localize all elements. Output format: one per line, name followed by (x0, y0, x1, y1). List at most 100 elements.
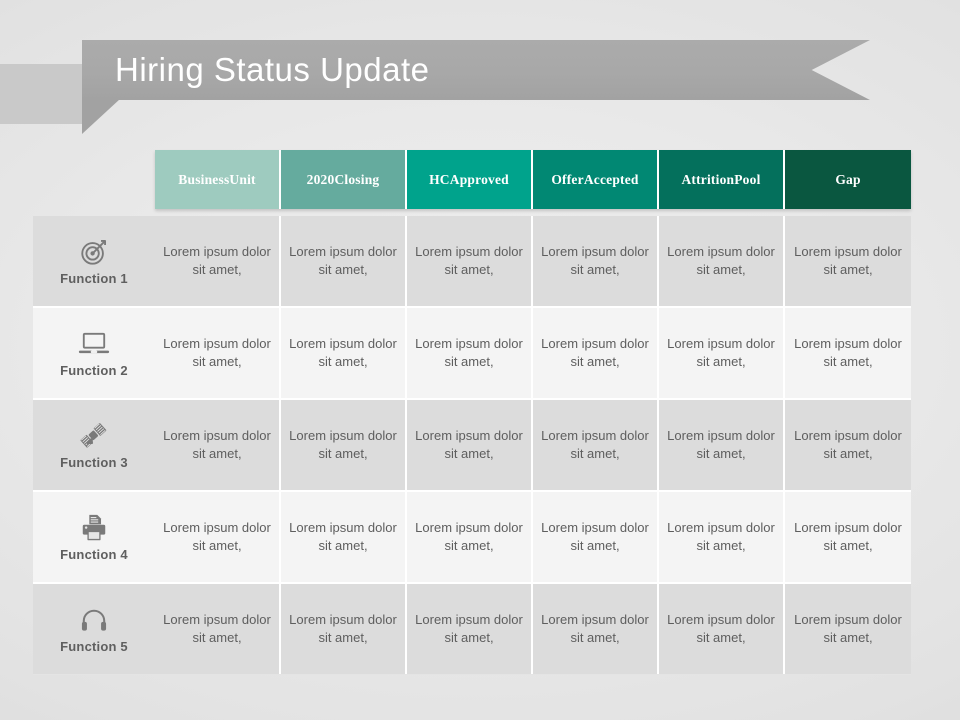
table-cell-text: Lorem ipsum dolor sit amet, (794, 428, 902, 461)
table-cell[interactable]: Lorem ipsum dolor sit amet, (155, 308, 281, 398)
table-cell[interactable]: Lorem ipsum dolor sit amet, (281, 492, 407, 582)
headphones-icon (77, 605, 111, 635)
row-header: Function 3 (33, 400, 155, 490)
table-cell[interactable]: Lorem ipsum dolor sit amet, (155, 400, 281, 490)
table-cell-text: Lorem ipsum dolor sit amet, (667, 244, 775, 277)
row-header: Function 4 (33, 492, 155, 582)
row-label: Function 5 (60, 638, 128, 654)
table-cell[interactable]: Lorem ipsum dolor sit amet, (533, 308, 659, 398)
column-header-line2: Closing (334, 171, 380, 187)
table-cell-text: Lorem ipsum dolor sit amet, (289, 244, 397, 277)
ribbon-fold (82, 99, 120, 134)
table-cell-text: Lorem ipsum dolor sit amet, (415, 244, 523, 277)
table-cell-text: Lorem ipsum dolor sit amet, (163, 520, 271, 553)
laptop-icon (77, 329, 111, 359)
table-cell-text: Lorem ipsum dolor sit amet, (667, 336, 775, 369)
column-header-line2: Approved (449, 171, 509, 187)
table-cell-text: Lorem ipsum dolor sit amet, (163, 336, 271, 369)
column-header[interactable]: Offer Accepted (533, 150, 659, 209)
table-cell[interactable]: Lorem ipsum dolor sit amet, (533, 400, 659, 490)
table-cell[interactable]: Lorem ipsum dolor sit amet, (659, 308, 785, 398)
table-cell[interactable]: Lorem ipsum dolor sit amet, (281, 216, 407, 306)
table-cell-text: Lorem ipsum dolor sit amet, (289, 336, 397, 369)
table-cell[interactable]: Lorem ipsum dolor sit amet, (785, 584, 911, 674)
table-cell[interactable]: Lorem ipsum dolor sit amet, (785, 492, 911, 582)
table-cell-text: Lorem ipsum dolor sit amet, (541, 428, 649, 461)
table-cell-text: Lorem ipsum dolor sit amet, (667, 520, 775, 553)
table-cell[interactable]: Lorem ipsum dolor sit amet, (155, 216, 281, 306)
table-body: Function 1 Lorem ipsum dolor sit amet, Lor… (33, 216, 911, 675)
column-header-line1: Gap (835, 171, 861, 187)
table-cell[interactable]: Lorem ipsum dolor sit amet, (785, 216, 911, 306)
table-cell-text: Lorem ipsum dolor sit amet, (794, 612, 902, 645)
table-cell-text: Lorem ipsum dolor sit amet, (163, 612, 271, 645)
column-header[interactable]: 2020 Closing (281, 150, 407, 209)
table-cell[interactable]: Lorem ipsum dolor sit amet, (407, 216, 533, 306)
table-cell[interactable]: Lorem ipsum dolor sit amet, (785, 400, 911, 490)
table-cell[interactable]: Lorem ipsum dolor sit amet, (281, 308, 407, 398)
satellite-icon (77, 421, 111, 451)
row-header: Function 1 (33, 216, 155, 306)
row-cells: Lorem ipsum dolor sit amet, Lorem ipsum d… (155, 492, 911, 582)
table-cell[interactable]: Lorem ipsum dolor sit amet, (659, 584, 785, 674)
table-cell[interactable]: Lorem ipsum dolor sit amet, (659, 492, 785, 582)
table-cell[interactable]: Lorem ipsum dolor sit amet, (785, 308, 911, 398)
table-cell-text: Lorem ipsum dolor sit amet, (794, 336, 902, 369)
table-cell[interactable]: Lorem ipsum dolor sit amet, (407, 400, 533, 490)
column-header-line2: Unit (229, 171, 256, 187)
table-cell[interactable]: Lorem ipsum dolor sit amet, (155, 492, 281, 582)
printer-icon (77, 513, 111, 543)
row-header: Function 2 (33, 308, 155, 398)
page-title: Hiring Status Update (115, 51, 430, 88)
row-cells: Lorem ipsum dolor sit amet, Lorem ipsum d… (155, 308, 911, 398)
column-header[interactable]: Attrition Pool (659, 150, 785, 209)
column-header-line2: Pool (734, 171, 761, 187)
table-row[interactable]: Function 3 Lorem ipsum dolor sit amet, Lor… (33, 398, 911, 490)
column-header-line1: HC (429, 171, 450, 187)
table-cell-text: Lorem ipsum dolor sit amet, (794, 244, 902, 277)
table-cell-text: Lorem ipsum dolor sit amet, (415, 520, 523, 553)
table-cell-text: Lorem ipsum dolor sit amet, (163, 244, 271, 277)
column-header-line1: 2020 (306, 171, 335, 187)
column-header[interactable]: HC Approved (407, 150, 533, 209)
table-cell-text: Lorem ipsum dolor sit amet, (289, 520, 397, 553)
table-cell[interactable]: Lorem ipsum dolor sit amet, (407, 492, 533, 582)
table-cell[interactable]: Lorem ipsum dolor sit amet, (659, 400, 785, 490)
table-cell[interactable]: Lorem ipsum dolor sit amet, (407, 308, 533, 398)
column-header-line1: Offer (551, 171, 584, 187)
table-header-row: Business Unit 2020 Closing HC Approved Offer Ac… (155, 150, 911, 209)
table-cell[interactable]: Lorem ipsum dolor sit amet, (533, 584, 659, 674)
table-cell-text: Lorem ipsum dolor sit amet, (541, 244, 649, 277)
table-cell[interactable]: Lorem ipsum dolor sit amet, (281, 584, 407, 674)
ribbon-left-tab (0, 64, 84, 124)
table-row[interactable]: Function 1 Lorem ipsum dolor sit amet, Lor… (33, 216, 911, 306)
table-cell-text: Lorem ipsum dolor sit amet, (289, 612, 397, 645)
table-row[interactable]: Function 5 Lorem ipsum dolor sit amet, Lor… (33, 582, 911, 674)
table-cell-text: Lorem ipsum dolor sit amet, (667, 428, 775, 461)
table-cell-text: Lorem ipsum dolor sit amet, (415, 612, 523, 645)
column-header-line1: Business (178, 171, 230, 187)
column-header[interactable]: Business Unit (155, 150, 281, 209)
slide-canvas: Hiring Status Update Business Unit 2020 Clo… (0, 0, 960, 720)
table-cell[interactable]: Lorem ipsum dolor sit amet, (659, 216, 785, 306)
column-header[interactable]: Gap (785, 150, 911, 209)
row-label: Function 2 (60, 362, 128, 378)
table-cell-text: Lorem ipsum dolor sit amet, (541, 612, 649, 645)
table-cell-text: Lorem ipsum dolor sit amet, (289, 428, 397, 461)
table-cell[interactable]: Lorem ipsum dolor sit amet, (407, 584, 533, 674)
table-cell-text: Lorem ipsum dolor sit amet, (794, 520, 902, 553)
table-cell[interactable]: Lorem ipsum dolor sit amet, (533, 216, 659, 306)
table-cell[interactable]: Lorem ipsum dolor sit amet, (281, 400, 407, 490)
table-cell[interactable]: Lorem ipsum dolor sit amet, (533, 492, 659, 582)
table-cell[interactable]: Lorem ipsum dolor sit amet, (155, 584, 281, 674)
table-row[interactable]: Function 2 Lorem ipsum dolor sit amet, Lor… (33, 306, 911, 398)
table-cell-text: Lorem ipsum dolor sit amet, (163, 428, 271, 461)
table-cell-text: Lorem ipsum dolor sit amet, (415, 336, 523, 369)
row-label: Function 1 (60, 270, 128, 286)
title-ribbon: Hiring Status Update (0, 34, 960, 140)
table-row[interactable]: Function 4 Lorem ipsum dolor sit amet, Lor… (33, 490, 911, 582)
row-label: Function 3 (60, 454, 128, 470)
row-cells: Lorem ipsum dolor sit amet, Lorem ipsum d… (155, 400, 911, 490)
column-header-line2: Accepted (583, 171, 639, 187)
row-label: Function 4 (60, 546, 128, 562)
